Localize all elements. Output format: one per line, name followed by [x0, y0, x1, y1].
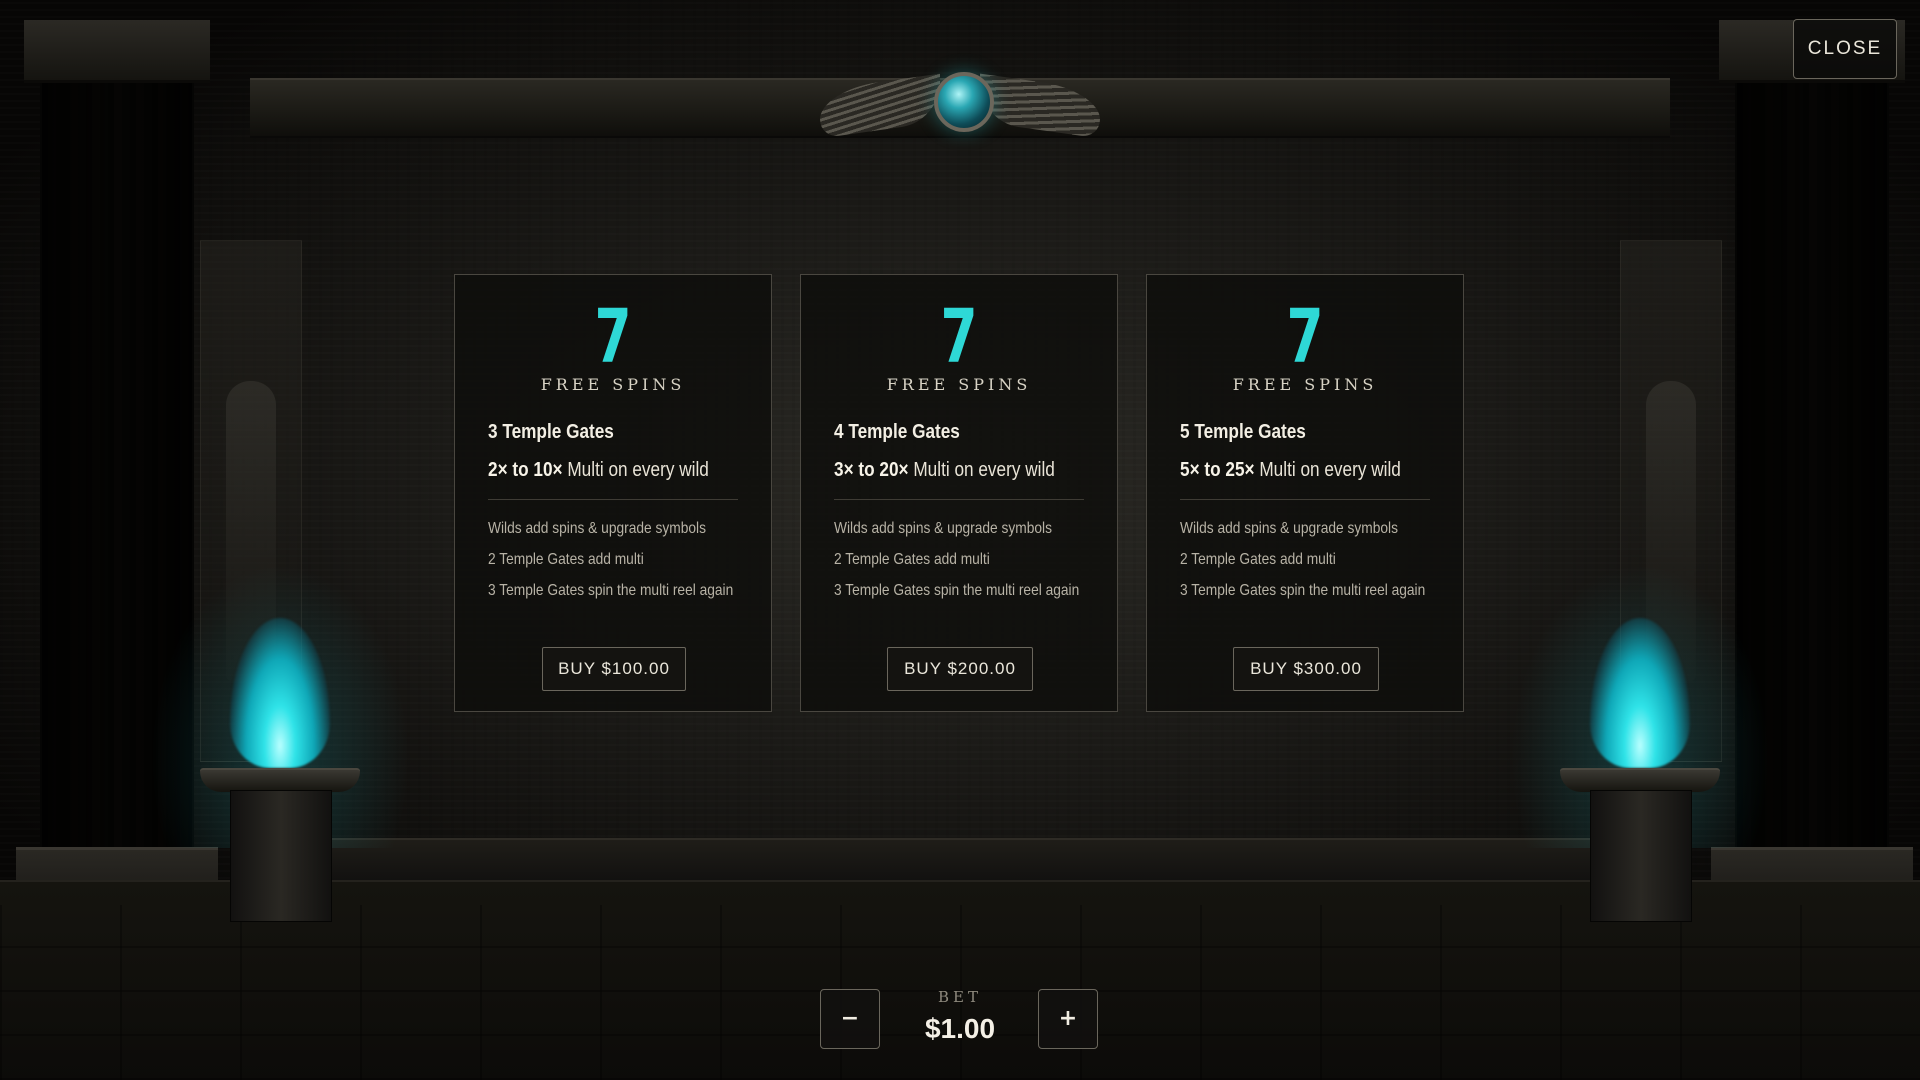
feature-item: 2 Temple Gates add multi	[1180, 551, 1336, 568]
brazier-base	[230, 790, 332, 922]
free-spins-count: 7	[594, 294, 632, 380]
feature-list: Wilds add spins & upgrade symbols 2 Temp…	[834, 513, 1119, 606]
feature-item: Wilds add spins & upgrade symbols	[1180, 520, 1398, 537]
winged-scarab-icon	[820, 60, 1100, 150]
buy-100-button[interactable]: BUY $100.00	[542, 647, 686, 691]
bet-amount: $1.00	[924, 1013, 996, 1044]
bonus-option-card-4-gates: 7 FREE SPINS 4 Temple Gates 3× to 20× Mu…	[800, 274, 1118, 712]
multiplier-range: 5× to 25×	[1180, 459, 1255, 481]
brazier-base	[1590, 790, 1692, 922]
bonus-option-card-3-gates: 7 FREE SPINS 3 Temple Gates 2× to 10× Mu…	[454, 274, 772, 712]
emblem-gem	[934, 72, 994, 132]
free-spins-count: 7	[1286, 294, 1324, 380]
feature-item: 3 Temple Gates spin the multi reel again	[834, 582, 1080, 599]
multiplier-line: 5× to 25× Multi on every wild	[1180, 459, 1401, 482]
multiplier-range: 3× to 20×	[834, 459, 909, 481]
brazier-bowl	[200, 768, 360, 792]
multiplier-suffix: Multi on every wild	[562, 459, 709, 481]
feature-item: Wilds add spins & upgrade symbols	[834, 520, 1052, 537]
card-title: 5 Temple Gates	[1180, 421, 1306, 443]
feature-item: Wilds add spins & upgrade symbols	[488, 520, 706, 537]
left-brazier	[140, 548, 420, 922]
multiplier-line: 2× to 10× Multi on every wild	[488, 459, 709, 482]
card-divider	[834, 499, 1084, 500]
free-spins-label: FREE SPINS	[1232, 375, 1378, 394]
right-brazier	[1500, 548, 1780, 922]
bonus-buy-screen: 7 FREE SPINS 3 Temple Gates 2× to 10× Mu…	[0, 0, 1920, 1080]
multiplier-range: 2× to 10×	[488, 459, 563, 481]
free-spins-label: FREE SPINS	[540, 375, 686, 394]
feature-item: 3 Temple Gates spin the multi reel again	[1180, 582, 1426, 599]
buy-200-button[interactable]: BUY $200.00	[887, 647, 1033, 691]
multiplier-line: 3× to 20× Multi on every wild	[834, 459, 1055, 482]
card-title: 4 Temple Gates	[834, 421, 960, 443]
feature-list: Wilds add spins & upgrade symbols 2 Temp…	[1180, 513, 1465, 606]
feature-item: 2 Temple Gates add multi	[834, 551, 990, 568]
free-spins-label: FREE SPINS	[886, 375, 1032, 394]
card-divider	[1180, 499, 1430, 500]
bet-decrease-button[interactable]: −	[820, 989, 880, 1049]
right-wing	[980, 73, 1100, 139]
brazier-bowl	[1560, 768, 1720, 792]
feature-item: 3 Temple Gates spin the multi reel again	[488, 582, 734, 599]
bet-label: BET	[938, 988, 982, 1006]
bet-increase-button[interactable]: +	[1038, 989, 1098, 1049]
card-divider	[488, 499, 738, 500]
buy-300-button[interactable]: BUY $300.00	[1233, 647, 1379, 691]
wall-ledge	[330, 838, 1590, 880]
left-wing	[820, 73, 940, 139]
multiplier-suffix: Multi on every wild	[1254, 459, 1401, 481]
card-title: 3 Temple Gates	[488, 421, 614, 443]
feature-item: 2 Temple Gates add multi	[488, 551, 644, 568]
bonus-option-card-5-gates: 7 FREE SPINS 5 Temple Gates 5× to 25× Mu…	[1146, 274, 1464, 712]
feature-list: Wilds add spins & upgrade symbols 2 Temp…	[488, 513, 773, 606]
free-spins-count: 7	[940, 294, 978, 380]
close-button[interactable]: CLOSE	[1793, 19, 1897, 79]
multiplier-suffix: Multi on every wild	[908, 459, 1055, 481]
